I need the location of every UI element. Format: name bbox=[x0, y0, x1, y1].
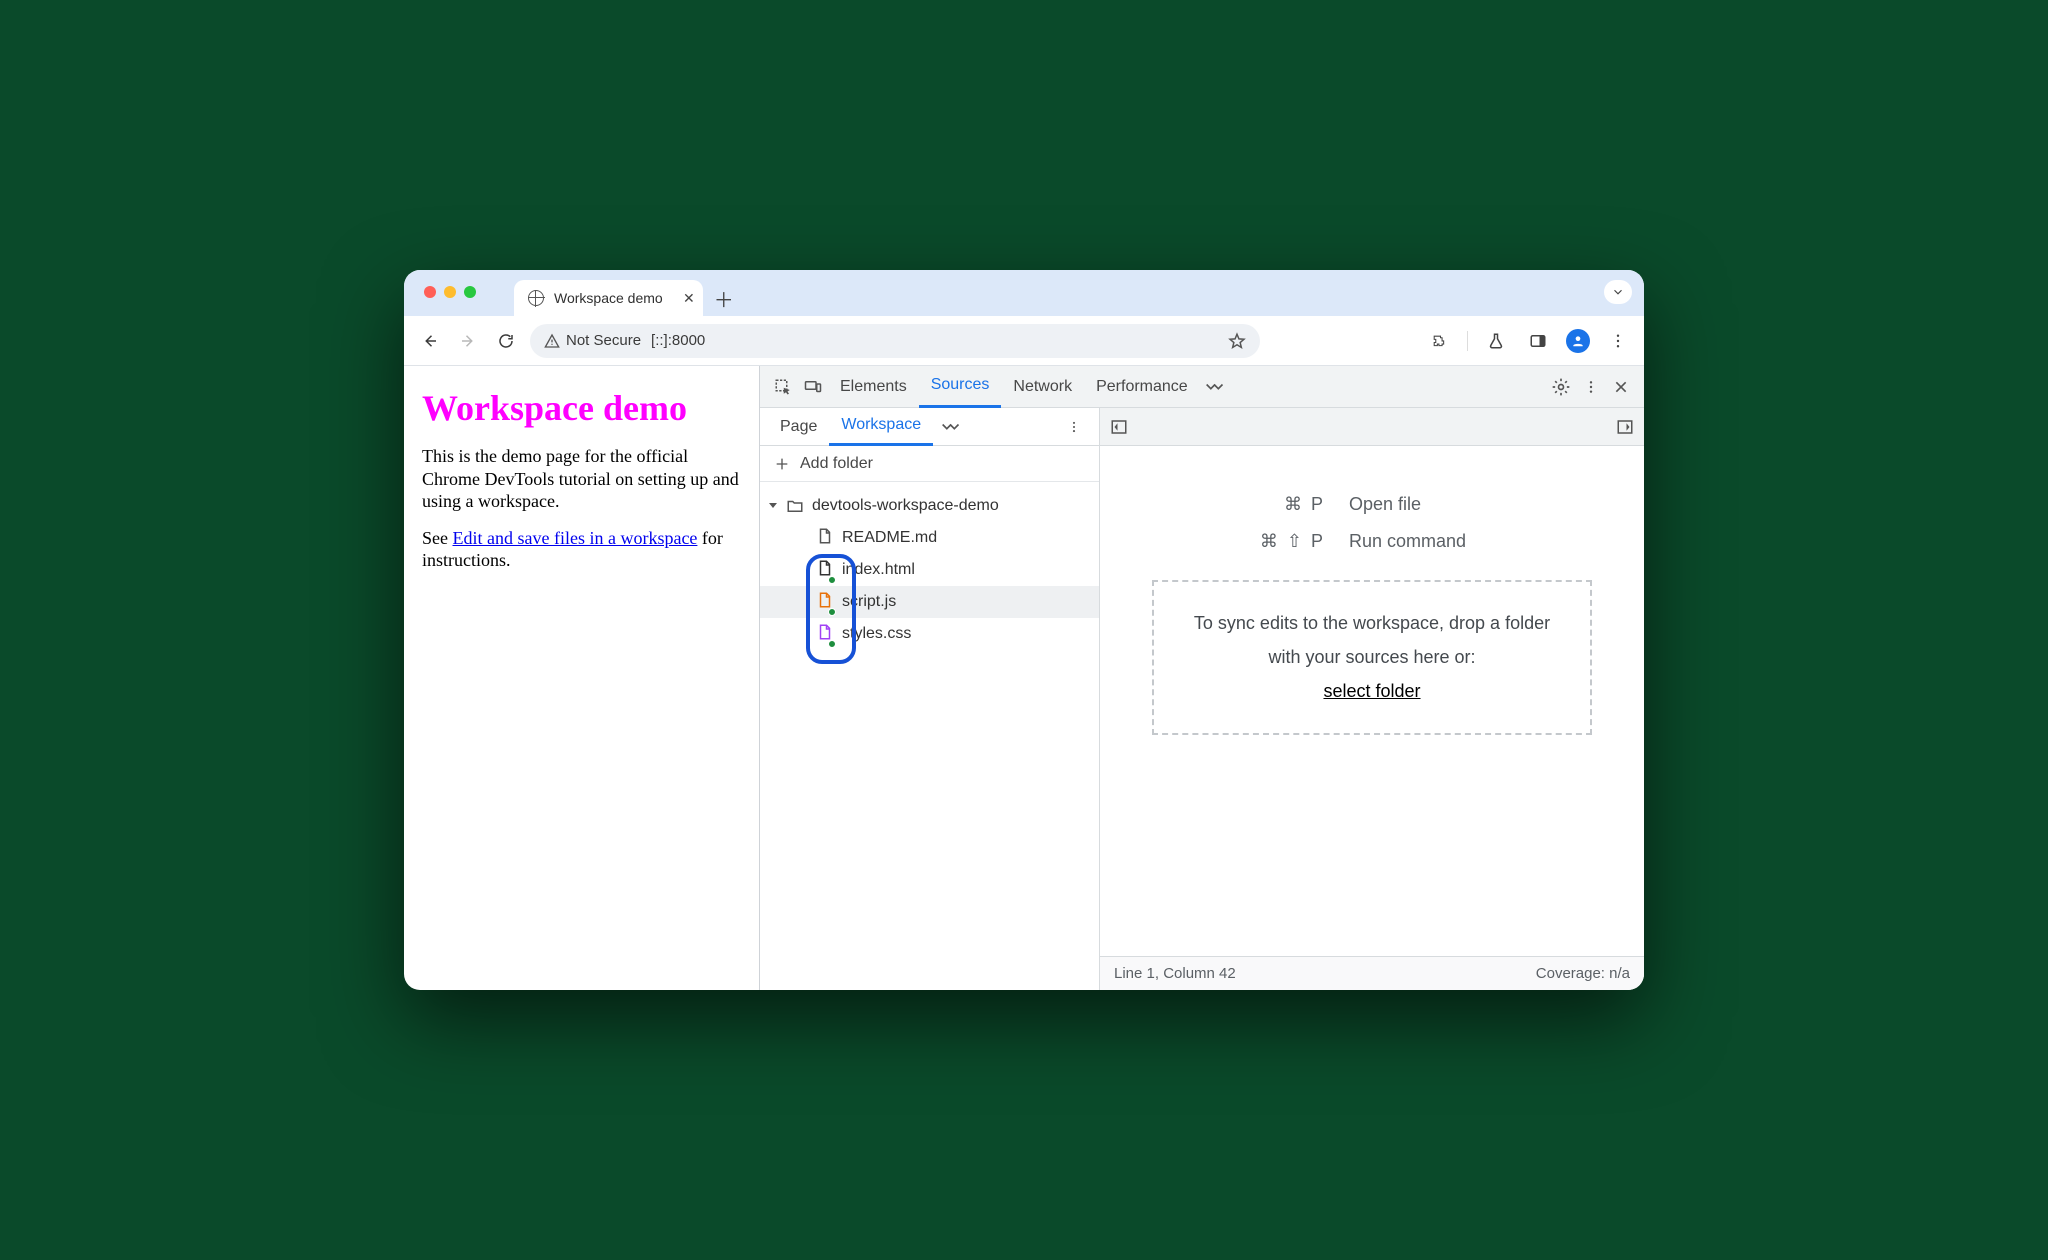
security-label: Not Secure bbox=[566, 332, 641, 349]
para2-prefix: See bbox=[422, 528, 453, 548]
toolbar-right bbox=[1425, 327, 1632, 355]
new-tab-button[interactable]: ＋ bbox=[709, 283, 739, 313]
tab-strip: Workspace demo ✕ ＋ bbox=[404, 270, 1644, 316]
navigator-tab-workspace[interactable]: Workspace bbox=[829, 408, 933, 446]
url-text: [::]:8000 bbox=[651, 332, 705, 349]
inspect-element-button[interactable] bbox=[768, 378, 798, 396]
tree-file-styles[interactable]: styles.css bbox=[760, 618, 1099, 650]
panel-network[interactable]: Network bbox=[1001, 366, 1084, 408]
shortcut-label: Open file bbox=[1349, 494, 1529, 515]
panel-performance[interactable]: Performance bbox=[1084, 366, 1200, 408]
reload-button[interactable] bbox=[492, 327, 520, 355]
tab-close-button[interactable]: ✕ bbox=[683, 290, 695, 307]
tab-overflow-button[interactable] bbox=[1604, 280, 1632, 304]
js-file-icon bbox=[816, 591, 834, 609]
shortcut-open-file: ⌘ P Open file bbox=[1172, 494, 1572, 515]
panel-sources[interactable]: Sources bbox=[919, 366, 1002, 408]
browser-window: Workspace demo ✕ ＋ Not Secure bbox=[404, 270, 1644, 990]
file-label: index.html bbox=[842, 561, 915, 579]
navigator-tab-page[interactable]: Page bbox=[768, 408, 829, 446]
navigator-tabs: Page Workspace bbox=[760, 408, 1099, 446]
add-folder-label: Add folder bbox=[800, 455, 873, 473]
folder-icon bbox=[786, 497, 804, 515]
navigator-menu-button[interactable] bbox=[1057, 418, 1091, 436]
device-toolbar-button[interactable] bbox=[798, 378, 828, 396]
devtools-settings-button[interactable] bbox=[1546, 377, 1576, 397]
page-heading: Workspace demo bbox=[422, 386, 741, 431]
security-indicator[interactable]: Not Secure bbox=[544, 332, 641, 349]
editor-placeholder: ⌘ P Open file ⌘ ⇧ P Run command To sync … bbox=[1100, 446, 1644, 956]
show-debugger-button[interactable] bbox=[1616, 418, 1634, 436]
labs-button[interactable] bbox=[1482, 327, 1510, 355]
tab-title: Workspace demo bbox=[554, 290, 663, 306]
coverage-status: Coverage: n/a bbox=[1536, 965, 1630, 982]
html-file-icon bbox=[816, 559, 834, 577]
tree-file-index[interactable]: index.html bbox=[760, 554, 1099, 586]
tree-folder-row[interactable]: devtools-workspace-demo bbox=[760, 490, 1099, 522]
shortcut-run-command: ⌘ ⇧ P Run command bbox=[1172, 531, 1572, 552]
browser-toolbar: Not Secure [::]:8000 bbox=[404, 316, 1644, 366]
address-bar[interactable]: Not Secure [::]:8000 bbox=[530, 324, 1260, 358]
side-panel-button[interactable] bbox=[1524, 327, 1552, 355]
mapped-indicator bbox=[828, 576, 836, 584]
folder-label: devtools-workspace-demo bbox=[812, 497, 999, 515]
plus-icon bbox=[774, 456, 790, 472]
window-zoom-button[interactable] bbox=[464, 286, 476, 298]
devtools-panel-tabs: Elements Sources Network Performance bbox=[760, 366, 1644, 408]
cursor-position: Line 1, Column 42 bbox=[1114, 965, 1236, 982]
page-paragraph-2: See Edit and save files in a workspace f… bbox=[422, 527, 741, 572]
rendered-page: Workspace demo This is the demo page for… bbox=[404, 366, 759, 990]
select-folder-link[interactable]: select folder bbox=[1323, 681, 1420, 701]
browser-tab[interactable]: Workspace demo ✕ bbox=[514, 280, 703, 316]
window-minimize-button[interactable] bbox=[444, 286, 456, 298]
file-label: styles.css bbox=[842, 625, 911, 643]
editor-statusbar: Line 1, Column 42 Coverage: n/a bbox=[1100, 956, 1644, 990]
dropzone-text: To sync edits to the workspace, drop a f… bbox=[1188, 606, 1556, 674]
devtools-close-button[interactable] bbox=[1606, 379, 1636, 395]
navigator-tabs-overflow[interactable] bbox=[941, 421, 961, 433]
globe-icon bbox=[528, 290, 544, 306]
profile-button[interactable] bbox=[1566, 329, 1590, 353]
extensions-button[interactable] bbox=[1425, 327, 1453, 355]
window-controls bbox=[424, 286, 476, 298]
sources-editor-pane: ⌘ P Open file ⌘ ⇧ P Run command To sync … bbox=[1100, 408, 1644, 990]
warning-icon bbox=[544, 333, 560, 349]
css-file-icon bbox=[816, 623, 834, 641]
shortcut-keys: ⌘ ⇧ P bbox=[1215, 531, 1325, 552]
chrome-menu-button[interactable] bbox=[1604, 327, 1632, 355]
devtools-body: Page Workspace Add folder bbox=[760, 408, 1644, 990]
forward-button[interactable] bbox=[454, 327, 482, 355]
sources-navigator: Page Workspace Add folder bbox=[760, 408, 1100, 990]
file-label: script.js bbox=[842, 593, 896, 611]
mapped-indicator bbox=[828, 640, 836, 648]
content-area: Workspace demo This is the demo page for… bbox=[404, 366, 1644, 990]
devtools-menu-button[interactable] bbox=[1576, 378, 1606, 396]
tree-file-script[interactable]: script.js bbox=[760, 586, 1099, 618]
shortcut-keys: ⌘ P bbox=[1215, 494, 1325, 515]
window-close-button[interactable] bbox=[424, 286, 436, 298]
shortcut-label: Run command bbox=[1349, 531, 1529, 552]
editor-header bbox=[1100, 408, 1644, 446]
expand-toggle-icon[interactable] bbox=[768, 501, 778, 511]
workspace-dropzone[interactable]: To sync edits to the workspace, drop a f… bbox=[1152, 580, 1592, 735]
file-icon bbox=[816, 527, 834, 545]
file-tree: devtools-workspace-demo README.md index.… bbox=[760, 482, 1099, 990]
mapped-indicator bbox=[828, 608, 836, 616]
show-navigator-button[interactable] bbox=[1110, 418, 1128, 436]
add-folder-button[interactable]: Add folder bbox=[760, 446, 1099, 482]
page-paragraph-1: This is the demo page for the official C… bbox=[422, 445, 741, 513]
panel-elements[interactable]: Elements bbox=[828, 366, 919, 408]
separator bbox=[1467, 331, 1468, 351]
file-label: README.md bbox=[842, 529, 937, 547]
tree-file-readme[interactable]: README.md bbox=[760, 522, 1099, 554]
back-button[interactable] bbox=[416, 327, 444, 355]
tutorial-link[interactable]: Edit and save files in a workspace bbox=[453, 528, 698, 548]
panels-overflow-button[interactable] bbox=[1200, 381, 1230, 393]
devtools: Elements Sources Network Performance bbox=[759, 366, 1644, 990]
bookmark-button[interactable] bbox=[1228, 332, 1246, 350]
